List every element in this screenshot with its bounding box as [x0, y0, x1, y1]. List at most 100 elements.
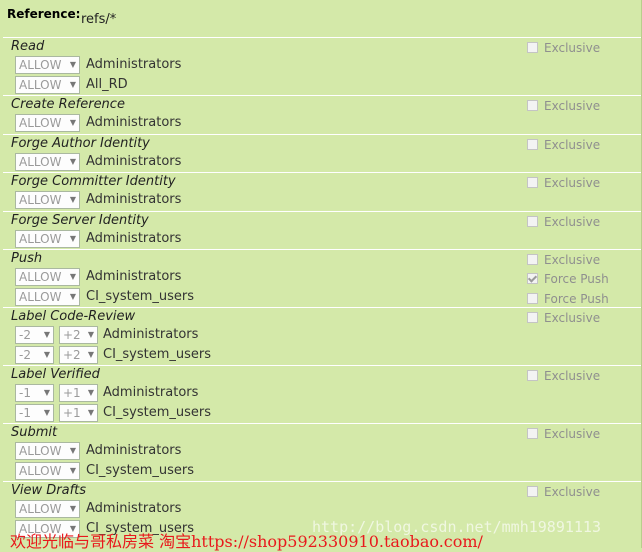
range-max-select[interactable]: +2 ▼ — [59, 346, 98, 364]
range-min-select[interactable]: -2 ▼ — [15, 346, 54, 364]
exclusive-submit-label: Exclusive — [544, 427, 601, 441]
group-name[interactable]: CI_system_users — [103, 405, 211, 420]
group-name[interactable]: Administrators — [86, 443, 181, 458]
permission-title: Label Code-Review — [11, 309, 136, 324]
action-select[interactable]: ALLOW ▼ — [15, 268, 80, 286]
range-min-value: -2 — [19, 328, 31, 342]
action-value: ALLOW — [19, 116, 62, 130]
group-name[interactable]: Administrators — [86, 501, 181, 516]
range-max-select[interactable]: +1 ▼ — [59, 404, 98, 422]
action-select[interactable]: ALLOW ▼ — [15, 191, 80, 209]
exclusive-forge-server-identity-checkbox[interactable] — [527, 216, 538, 227]
rule-row: ALLOW ▼ Administrators — [15, 230, 515, 250]
group-name[interactable]: Administrators — [86, 154, 181, 169]
reference-header: Reference: refs/* — [0, 0, 641, 37]
permission-title: Push — [11, 251, 43, 266]
dropdown-arrow-icon: ▼ — [69, 80, 76, 89]
range-max-value: +2 — [63, 328, 81, 342]
range-max-select[interactable]: +1 ▼ — [59, 384, 98, 402]
rule-row: ALLOW ▼ All_RD — [15, 76, 515, 96]
exclusive-push[interactable]: Exclusive — [527, 253, 600, 267]
permission-read: Read Exclusive ALLOW ▼ Administrators ALLOW ▼ A… — [3, 37, 641, 96]
rule-row: ALLOW ▼ CI_system_users — [15, 288, 515, 308]
dropdown-arrow-icon: ▼ — [43, 350, 50, 359]
action-select[interactable]: ALLOW ▼ — [15, 288, 80, 306]
dropdown-arrow-icon: ▼ — [69, 195, 76, 204]
permission-title: Label Verified — [11, 367, 100, 382]
dropdown-arrow-icon: ▼ — [87, 350, 94, 359]
permission-forge-server-identity: Forge Server Identity Exclusive ALLOW ▼ Admi… — [3, 211, 641, 250]
permission-label-verified: Label Verified Exclusive -1 ▼ +1 ▼ Administrat… — [3, 365, 641, 424]
action-select[interactable]: ALLOW ▼ — [15, 442, 80, 460]
rule-row: ALLOW ▼ Administrators — [15, 56, 515, 76]
group-name[interactable]: All_RD — [86, 77, 128, 92]
group-name[interactable]: Administrators — [86, 231, 181, 246]
exclusive-create-reference-checkbox[interactable] — [527, 100, 538, 111]
action-select[interactable]: ALLOW ▼ — [15, 114, 80, 132]
permission-create-reference: Create Reference Exclusive ALLOW ▼ Administr… — [3, 95, 641, 135]
range-min-select[interactable]: -1 ▼ — [15, 404, 54, 422]
action-value: ALLOW — [19, 270, 62, 284]
exclusive-forge-committer-identity-checkbox[interactable] — [527, 177, 538, 188]
range-min-select[interactable]: -2 ▼ — [15, 326, 54, 344]
exclusive-submit[interactable]: Exclusive — [527, 427, 600, 441]
rule-row: ALLOW ▼ Administrators — [15, 500, 515, 520]
force-push-option-checkbox[interactable] — [527, 273, 538, 284]
action-value: ALLOW — [19, 464, 62, 478]
group-name[interactable]: Administrators — [86, 57, 181, 72]
action-select[interactable]: ALLOW ▼ — [15, 462, 80, 480]
group-name[interactable]: Administrators — [103, 327, 198, 342]
permission-title: Create Reference — [11, 97, 125, 112]
exclusive-view-drafts-checkbox[interactable] — [527, 486, 538, 497]
exclusive-read-checkbox[interactable] — [527, 42, 538, 53]
exclusive-view-drafts[interactable]: Exclusive — [527, 485, 600, 499]
range-max-value: +2 — [63, 348, 81, 362]
exclusive-forge-committer-identity-label: Exclusive — [544, 176, 601, 190]
action-value: ALLOW — [19, 58, 62, 72]
dropdown-arrow-icon: ▼ — [69, 272, 76, 281]
group-name[interactable]: Administrators — [86, 192, 181, 207]
group-name[interactable]: CI_system_users — [86, 289, 194, 304]
range-max-value: +1 — [63, 386, 81, 400]
permission-title: View Drafts — [11, 483, 87, 498]
group-name[interactable]: CI_system_users — [103, 347, 211, 362]
dropdown-arrow-icon: ▼ — [69, 118, 76, 127]
exclusive-label-verified-checkbox[interactable] — [527, 370, 538, 381]
exclusive-label-verified[interactable]: Exclusive — [527, 369, 600, 383]
group-name[interactable]: Administrators — [86, 269, 181, 284]
group-name[interactable]: Administrators — [86, 115, 181, 130]
range-min-value: -2 — [19, 348, 31, 362]
access-panel: Reference: refs/* Read Exclusive ALLOW ▼ Adm… — [0, 0, 642, 548]
group-name[interactable]: Administrators — [103, 385, 198, 400]
force-push-option[interactable]: Force Push — [527, 272, 609, 286]
force-push-option-checkbox[interactable] — [527, 293, 538, 304]
action-select[interactable]: ALLOW ▼ — [15, 500, 80, 518]
dropdown-arrow-icon: ▼ — [87, 388, 94, 397]
exclusive-label-code-review-checkbox[interactable] — [527, 312, 538, 323]
exclusive-create-reference[interactable]: Exclusive — [527, 99, 600, 113]
force-push-option[interactable]: Force Push — [527, 292, 609, 306]
dropdown-arrow-icon: ▼ — [69, 60, 76, 69]
group-name[interactable]: CI_system_users — [86, 463, 194, 478]
exclusive-forge-author-identity[interactable]: Exclusive — [527, 138, 600, 152]
action-select[interactable]: ALLOW ▼ — [15, 230, 80, 248]
range-max-select[interactable]: +2 ▼ — [59, 326, 98, 344]
rule-row: -2 ▼ +2 ▼ CI_system_users — [15, 346, 515, 366]
exclusive-forge-committer-identity[interactable]: Exclusive — [527, 176, 600, 190]
exclusive-forge-server-identity[interactable]: Exclusive — [527, 215, 600, 229]
range-min-select[interactable]: -1 ▼ — [15, 384, 54, 402]
range-min-value: -1 — [19, 386, 31, 400]
permission-push: Push Exclusive ALLOW ▼ Administrators Force P… — [3, 249, 641, 308]
exclusive-submit-checkbox[interactable] — [527, 428, 538, 439]
exclusive-label-code-review[interactable]: Exclusive — [527, 311, 600, 325]
exclusive-push-checkbox[interactable] — [527, 254, 538, 265]
exclusive-forge-author-identity-checkbox[interactable] — [527, 139, 538, 150]
action-select[interactable]: ALLOW ▼ — [15, 153, 80, 171]
reference-pattern: refs/* — [81, 12, 117, 27]
action-select[interactable]: ALLOW ▼ — [15, 76, 80, 94]
action-select[interactable]: ALLOW ▼ — [15, 56, 80, 74]
exclusive-read[interactable]: Exclusive — [527, 41, 600, 55]
action-value: ALLOW — [19, 502, 62, 516]
exclusive-label-verified-label: Exclusive — [544, 369, 601, 383]
dropdown-arrow-icon: ▼ — [87, 330, 94, 339]
